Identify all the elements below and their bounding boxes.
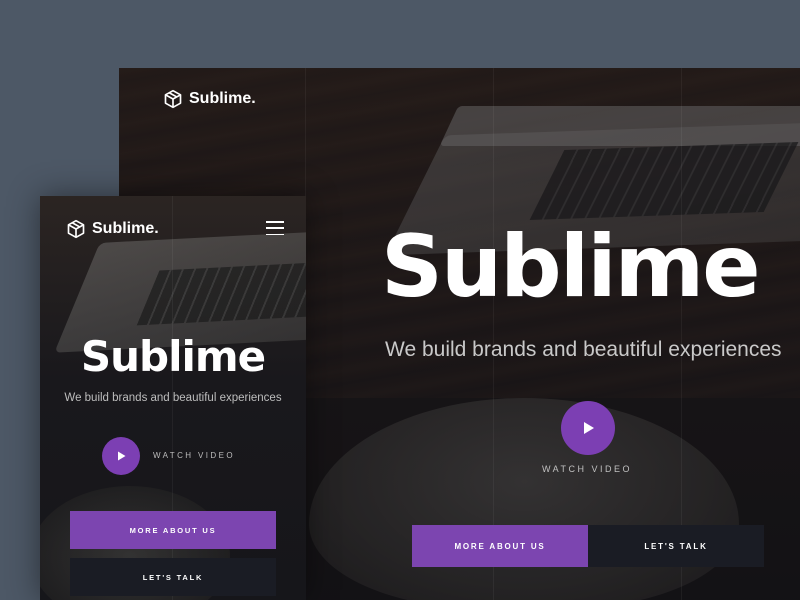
cube-icon bbox=[67, 219, 85, 239]
hamburger-menu-icon[interactable] bbox=[266, 221, 284, 235]
watch-video-label[interactable]: WATCH VIDEO bbox=[532, 464, 642, 474]
more-about-us-button[interactable]: MORE ABOUT US bbox=[412, 525, 588, 567]
hero-subtitle: We build brands and beautiful experience… bbox=[385, 338, 782, 361]
mobile-hero-subtitle: We build brands and beautiful experience… bbox=[64, 392, 282, 404]
play-icon bbox=[584, 422, 594, 434]
play-video-button[interactable] bbox=[561, 401, 615, 455]
mobile-watch-video-label[interactable]: WATCH VIDEO bbox=[153, 451, 235, 460]
mobile-logo[interactable]: Sublime. bbox=[66, 219, 159, 239]
mobile-play-video-button[interactable] bbox=[102, 437, 140, 475]
mobile-laptop-keyboard bbox=[136, 261, 306, 326]
lets-talk-button[interactable]: LET'S TALK bbox=[588, 525, 764, 567]
mobile-brand-name: Sublime. bbox=[92, 220, 159, 237]
mobile-mockup: Sublime. Sublime We build brands and bea… bbox=[40, 196, 306, 600]
play-icon bbox=[118, 451, 126, 461]
brand-name: Sublime. bbox=[189, 90, 256, 107]
cube-icon bbox=[164, 89, 182, 109]
mobile-hero-title: Sublime bbox=[80, 332, 266, 381]
mobile-more-about-us-button[interactable]: MORE ABOUT US bbox=[70, 511, 276, 549]
hero-title: Sublime bbox=[381, 217, 761, 317]
desktop-logo[interactable]: Sublime. bbox=[163, 89, 256, 109]
mobile-lets-talk-button[interactable]: LET'S TALK bbox=[70, 558, 276, 596]
